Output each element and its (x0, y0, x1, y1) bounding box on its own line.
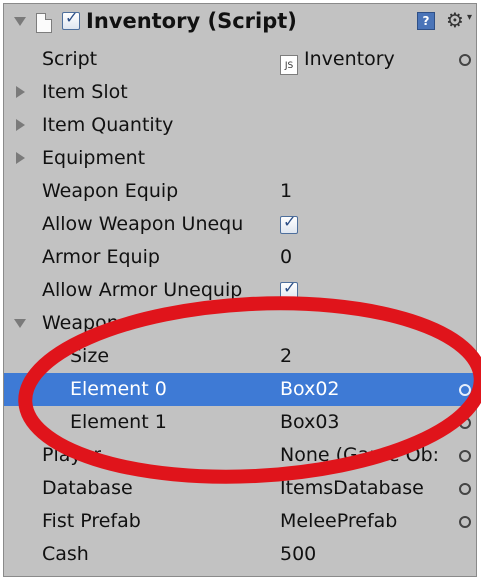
field-label: Fist Prefab (42, 510, 141, 532)
component-foldout-icon[interactable] (14, 17, 26, 26)
foldout-equipment[interactable]: Equipment (4, 142, 476, 175)
checkmark-icon: ✓ (283, 212, 297, 231)
object-picker-icon[interactable] (459, 417, 471, 429)
field-label: Armor Equip (42, 246, 160, 268)
field-value: Inventory (304, 48, 395, 70)
script-file-icon (36, 13, 52, 33)
js-file-icon: JS (280, 55, 298, 75)
object-picker-icon[interactable] (459, 483, 471, 495)
field-weapon-equip: Weapon Equip 1 (4, 175, 476, 208)
field-label: Script (42, 48, 98, 70)
object-picker-icon[interactable] (459, 450, 471, 462)
weapon-size-input[interactable]: 2 (280, 340, 292, 373)
field-database: Database ItemsDatabase (4, 472, 476, 505)
foldout-arrow-icon[interactable] (14, 319, 26, 328)
component-header: ✓ Inventory (Script) ? ⚙ ▾ (4, 4, 476, 38)
field-weapon-element-1[interactable]: Element 1 Box03 (4, 406, 476, 439)
field-label: Database (42, 477, 133, 499)
chevron-down-icon[interactable]: ▾ (467, 12, 472, 23)
inspector-panel: ✓ Inventory (Script) ? ⚙ ▾ Script JS Inve… (3, 3, 477, 577)
field-allow-armor-unequip: Allow Armor Unequip ✓ (4, 274, 476, 307)
field-label: Size (70, 345, 110, 367)
checkmark-icon: ✓ (283, 278, 297, 297)
foldout-weapon[interactable]: Weapon (4, 307, 476, 340)
element-0-reference-field[interactable]: Box02 (280, 373, 340, 406)
foldout-item-quantity[interactable]: Item Quantity (4, 109, 476, 142)
foldout-arrow-icon[interactable] (16, 86, 25, 98)
field-label: Allow Weapon Unequ (42, 213, 244, 235)
checkmark-icon: ✓ (65, 8, 79, 27)
player-reference-field[interactable]: None (Game Ob: (280, 439, 450, 472)
field-label: Weapon (42, 312, 119, 334)
field-armor-equip: Armor Equip 0 (4, 241, 476, 274)
field-label: Equipment (42, 147, 146, 169)
field-weapon-size: Size 2 (4, 340, 476, 373)
field-label: Weapon Equip (42, 180, 179, 202)
fist-prefab-reference-field[interactable]: MeleePrefab (280, 505, 397, 538)
field-label: Cash (42, 543, 89, 565)
component-title: Inventory (Script) (86, 9, 297, 33)
object-picker-icon[interactable] (459, 516, 471, 528)
allow-armor-unequip-checkbox[interactable]: ✓ (280, 278, 298, 300)
gear-icon[interactable]: ⚙ (446, 8, 464, 32)
field-weapon-element-0[interactable]: Element 0 Box02 (4, 373, 476, 406)
field-player: Player None (Game Ob: (4, 439, 476, 472)
foldout-arrow-icon[interactable] (16, 119, 25, 131)
help-icon[interactable]: ? (417, 12, 435, 30)
field-cash: Cash 500 (4, 538, 476, 571)
object-picker-icon[interactable] (459, 384, 471, 396)
armor-equip-input[interactable]: 0 (280, 241, 292, 274)
field-label: Player (42, 444, 102, 466)
field-label: Allow Armor Unequip (42, 279, 243, 301)
weapon-equip-input[interactable]: 1 (280, 175, 292, 208)
element-1-reference-field[interactable]: Box03 (280, 406, 340, 439)
field-label: Element 1 (70, 411, 167, 433)
script-reference-field[interactable]: JS Inventory (280, 43, 395, 76)
cash-input[interactable]: 500 (280, 538, 316, 571)
field-fist-prefab: Fist Prefab MeleePrefab (4, 505, 476, 538)
field-allow-weapon-unequip: Allow Weapon Unequ ✓ (4, 208, 476, 241)
field-label: Element 0 (70, 378, 167, 400)
field-label: Item Quantity (42, 114, 174, 136)
object-picker-icon[interactable] (459, 54, 471, 66)
foldout-item-slot[interactable]: Item Slot (4, 76, 476, 109)
field-script: Script JS Inventory (4, 43, 476, 76)
field-label: Item Slot (42, 81, 128, 103)
component-enabled-checkbox[interactable]: ✓ (62, 8, 80, 30)
allow-weapon-unequip-checkbox[interactable]: ✓ (280, 212, 298, 234)
foldout-arrow-icon[interactable] (16, 152, 25, 164)
database-reference-field[interactable]: ItemsDatabase (280, 472, 424, 505)
